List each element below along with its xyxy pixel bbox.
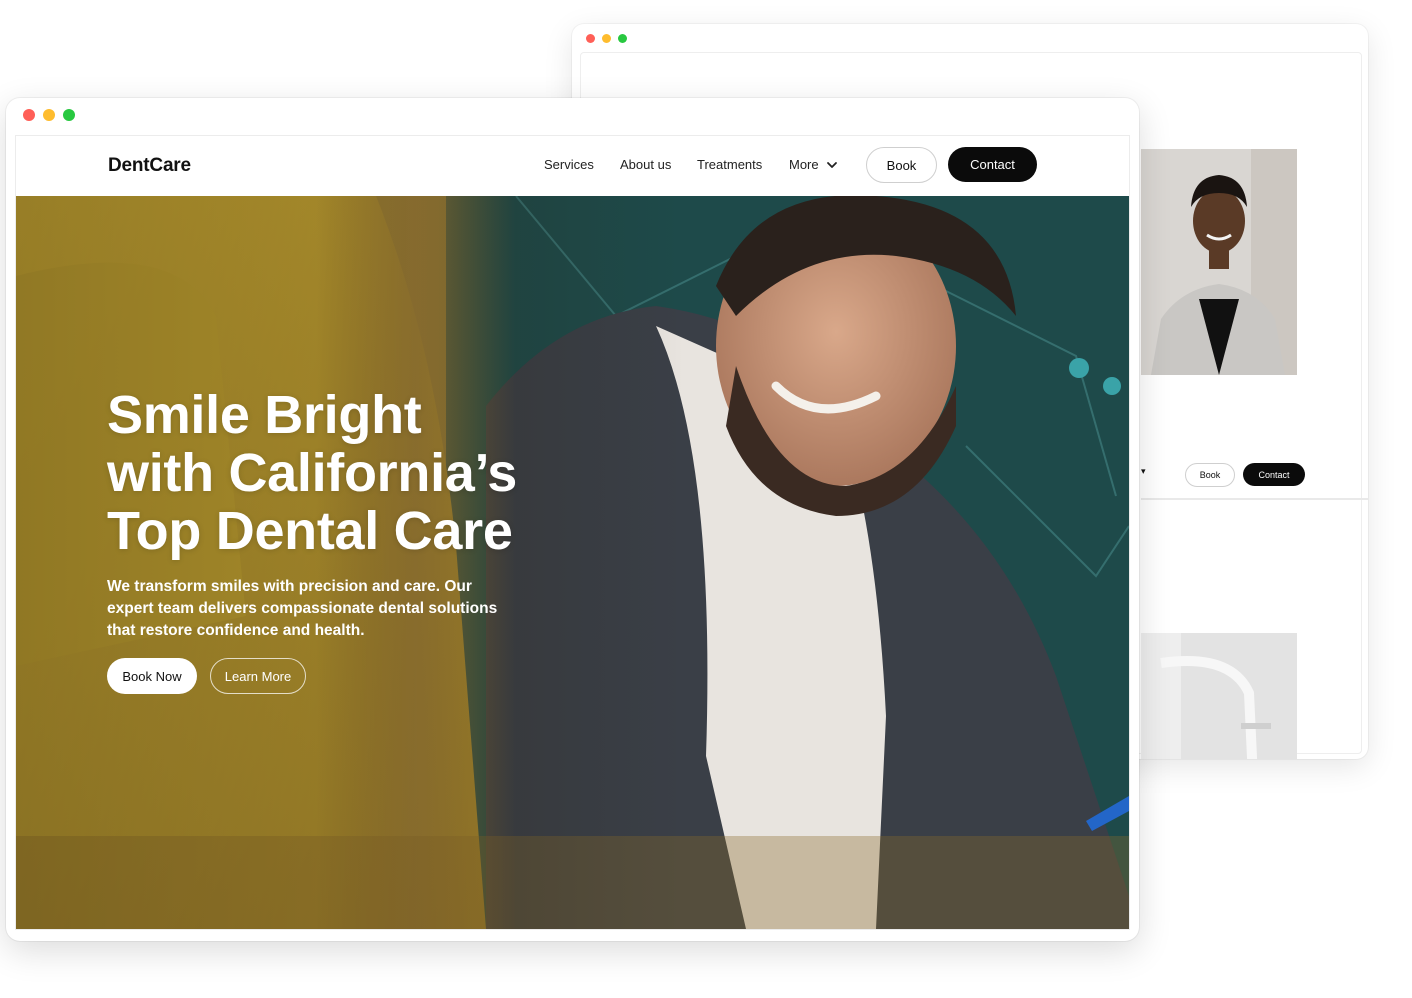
maximize-dot-icon[interactable] <box>63 109 75 121</box>
chevron-down-icon[interactable] <box>826 159 838 171</box>
hero-heading-line: Top Dental Care <box>107 501 513 561</box>
more-menu-partial[interactable]: ▾ <box>1141 466 1146 477</box>
back-book-button[interactable]: Book <box>1185 463 1235 487</box>
contact-button[interactable]: Contact <box>948 147 1037 182</box>
book-button[interactable]: Book <box>866 147 937 183</box>
window-controls <box>23 109 75 121</box>
nav-about-link[interactable]: About us <box>620 157 671 172</box>
clinic-photo <box>1141 633 1297 759</box>
site-logo[interactable]: DentCare <box>108 155 191 177</box>
learn-more-button[interactable]: Learn More <box>210 658 306 694</box>
team-member-photo <box>1141 149 1297 375</box>
hero-heading: Smile Bright with California’s Top Denta… <box>107 386 627 560</box>
hero-heading-line: Smile Bright <box>107 385 422 445</box>
person-portrait-icon <box>1141 149 1297 375</box>
nav-treatments-link[interactable]: Treatments <box>697 157 762 172</box>
window-controls <box>586 34 627 43</box>
website-page: DentCare Services About us Treatments Mo… <box>15 135 1130 930</box>
nav-more-link[interactable]: More <box>789 157 819 172</box>
hero-heading-line: with California’s <box>107 443 517 503</box>
minimize-dot-icon[interactable] <box>602 34 611 43</box>
divider <box>1141 498 1368 500</box>
site-navbar: DentCare Services About us Treatments Mo… <box>16 136 1129 196</box>
hero-subtitle: We transform smiles with precision and c… <box>107 578 498 639</box>
nav-services-link[interactable]: Services <box>544 157 594 172</box>
maximize-dot-icon[interactable] <box>618 34 627 43</box>
close-dot-icon[interactable] <box>586 34 595 43</box>
book-now-button[interactable]: Book Now <box>107 658 197 694</box>
main-browser-window: DentCare Services About us Treatments Mo… <box>6 98 1139 941</box>
hero-overlay <box>16 196 1129 929</box>
close-dot-icon[interactable] <box>23 109 35 121</box>
back-contact-button[interactable]: Contact <box>1243 463 1305 486</box>
hero-section: Smile Bright with California’s Top Denta… <box>16 196 1129 929</box>
minimize-dot-icon[interactable] <box>43 109 55 121</box>
dental-lamp-icon <box>1141 633 1297 759</box>
